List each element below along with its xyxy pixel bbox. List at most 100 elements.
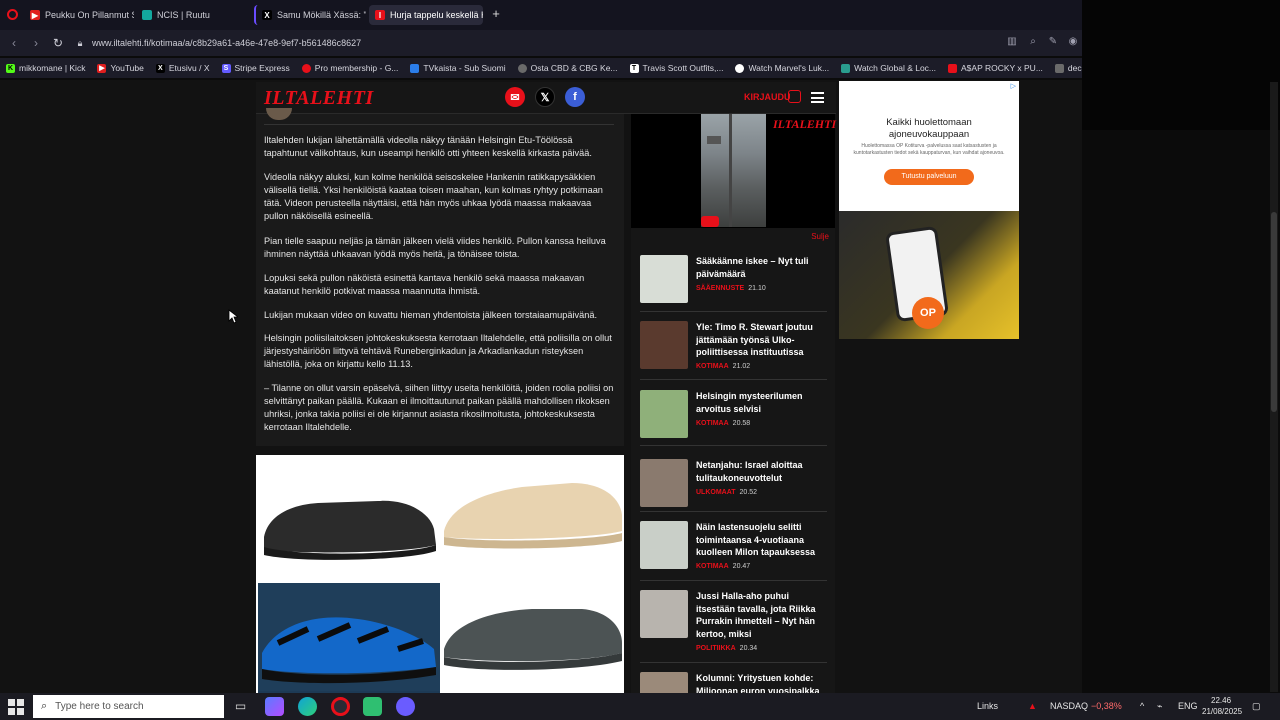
links-toolbar[interactable]: Links [977,701,998,711]
divider [640,379,827,380]
site-logo[interactable]: ILTALEHTI [264,87,374,110]
new-tab-button[interactable]: + [489,7,503,21]
x-share-icon[interactable]: 𝕏 [535,87,555,107]
clock-date[interactable]: 21/08/2025 [1202,707,1242,716]
email-share-icon[interactable]: ✉ [505,87,525,107]
latest-news-list: Sulje Sääkäänne iskee – Nyt tuli päivämä… [631,228,835,720]
pin-icon [301,63,311,73]
ruutu-icon [142,10,152,20]
mouse-cursor-icon [228,309,238,324]
opera-icon[interactable] [331,697,350,716]
bookmark-7[interactable]: Osta CBD & CBG Ke... [512,63,624,73]
bookmark-3[interactable]: X Etusivu / X [150,63,216,73]
tray-chevron-icon[interactable]: ^ [1140,701,1144,711]
ad-product-slide-grey[interactable] [442,583,624,707]
article-paragraph: Iltalehden lukijan lähettämällä videolla… [264,135,592,158]
camera-icon[interactable]: ◉ [1066,35,1080,49]
news-thumbnail [640,321,688,369]
divider [264,124,614,125]
login-link[interactable]: KIRJAUDU [744,92,791,102]
edit-icon[interactable]: ✎ [1046,35,1060,49]
close-video-link[interactable]: Sulje [811,232,829,241]
forward-icon[interactable]: › [28,35,44,51]
shoe-advertisement[interactable]: ▷ [256,455,624,707]
ad-body-text: Huolettomassa OP Kotiturva -palvelussa s… [853,143,1005,156]
author-avatar [266,108,292,120]
divider [640,580,827,581]
doc-icon [1054,63,1064,73]
ticker-change: −0,38% [1091,701,1122,711]
news-thumbnail [640,255,688,303]
video-marker [701,216,719,227]
bookmark-2[interactable]: ▶ YouTube [91,63,149,73]
opera-logo-icon[interactable] [7,9,18,20]
ad-cta-button[interactable]: Tutustu palveluun [884,169,974,185]
ad-choices-icon[interactable]: ▷ [1011,82,1016,90]
bookmark-8[interactable]: T Travis Scott Outfits,... [624,63,730,73]
watch-icon [735,63,745,73]
language-indicator[interactable]: ENG [1178,701,1198,711]
page-scrollbar[interactable] [1270,82,1278,692]
scrollbar-thumb[interactable] [1271,212,1277,412]
search-icon[interactable]: ⌕ [1026,35,1040,49]
taskbar-search-box[interactable]: ⌕ Type here to search [33,695,224,718]
sidebar-icon[interactable]: ▥ [1005,35,1019,49]
tab-2[interactable]: NCIS | Ruutu [136,5,246,25]
op-logo-icon: OP [912,297,944,329]
tab-1[interactable]: ▶ Peukku On Pillanmut Suom [24,5,134,25]
video-player[interactable]: ILTALEHTI [631,114,837,228]
bookmark-4[interactable]: S Stripe Express [216,63,296,73]
divider [640,511,827,512]
video-watermark-logo: ILTALEHTI [773,117,837,131]
op-advertisement-image[interactable]: OP [839,211,1019,339]
lock-icon[interactable]: 🔒︎ [72,35,88,51]
x-icon: X [262,10,272,20]
windows-start-icon[interactable] [8,699,24,715]
video-pole [729,114,732,227]
bookmark-10[interactable]: Watch Global & Loc... [835,63,942,73]
globe-icon [517,63,527,73]
bookmark-1[interactable]: Kmikkomane | Kick [0,63,91,73]
search-icon: ⌕ [41,700,48,712]
kick-icon: K [6,63,15,73]
user-icon[interactable] [788,90,801,103]
windows-taskbar: ⌕ Type here to search ▭ Links ▲ NASDAQ −… [0,693,1280,720]
bookmarks-bar: Kmikkomane | Kick ▶ YouTube X Etusivu / X … [0,58,1150,78]
op-advertisement[interactable]: ▷ Kaikki huolettomaan ajoneuvokauppaan H… [839,81,1019,211]
facebook-share-icon[interactable]: f [565,87,585,107]
news-thumbnail [640,390,688,438]
ad-headline: Kaikki huolettomaan ajoneuvokauppaan [886,117,972,140]
bookmark-5[interactable]: Pro membership - G... [296,63,405,73]
ticker-name[interactable]: NASDAQ [1050,701,1088,711]
tvkaista-icon [410,63,420,73]
global-icon [841,63,851,73]
video-car [707,136,721,144]
app-icon-1[interactable] [265,697,284,716]
ad-product-slide-bone[interactable] [442,457,624,581]
tab-4-active[interactable]: I Hurja tappelu keskellä He [369,5,483,25]
slide-shoe-grey-image [444,609,622,670]
ad-product-sneaker-blue[interactable] [258,583,440,707]
stock-icon: ▲ [1028,701,1037,711]
bookmark-6[interactable]: TVkaista - Sub Suomi [404,63,511,73]
bookmark-9[interactable]: Watch Marvel's Luk... [729,63,835,73]
hamburger-menu-icon[interactable] [811,92,824,103]
ad-product-slide-black[interactable] [258,457,440,581]
clock-time[interactable]: 22.46 [1211,696,1231,705]
bookmark-11[interactable]: A$AP ROCKY x PU... [942,63,1049,73]
task-view-icon[interactable]: ▭ [231,697,250,716]
sneaker-blue-image [258,583,440,691]
tab-3[interactable]: X Samu Mökillä Xässä: "Min [254,5,366,25]
url-input[interactable]: www.iltalehti.fi/kotimaa/a/c8b29a61-a46e… [92,38,361,48]
article-paragraph: Pian tielle saapuu neljäs ja tämän jälke… [264,236,606,259]
reload-icon[interactable]: ↻ [50,35,66,51]
notification-icon[interactable]: ▢ [1252,701,1261,712]
stripe-icon: S [221,63,231,73]
app-icon-3[interactable] [396,697,415,716]
video-frame [701,114,766,227]
network-icon[interactable]: ⌁ [1157,701,1162,712]
edge-icon[interactable] [298,697,317,716]
news-thumbnail [640,459,688,507]
app-icon-2[interactable] [363,697,382,716]
back-icon[interactable]: ‹ [6,35,22,51]
